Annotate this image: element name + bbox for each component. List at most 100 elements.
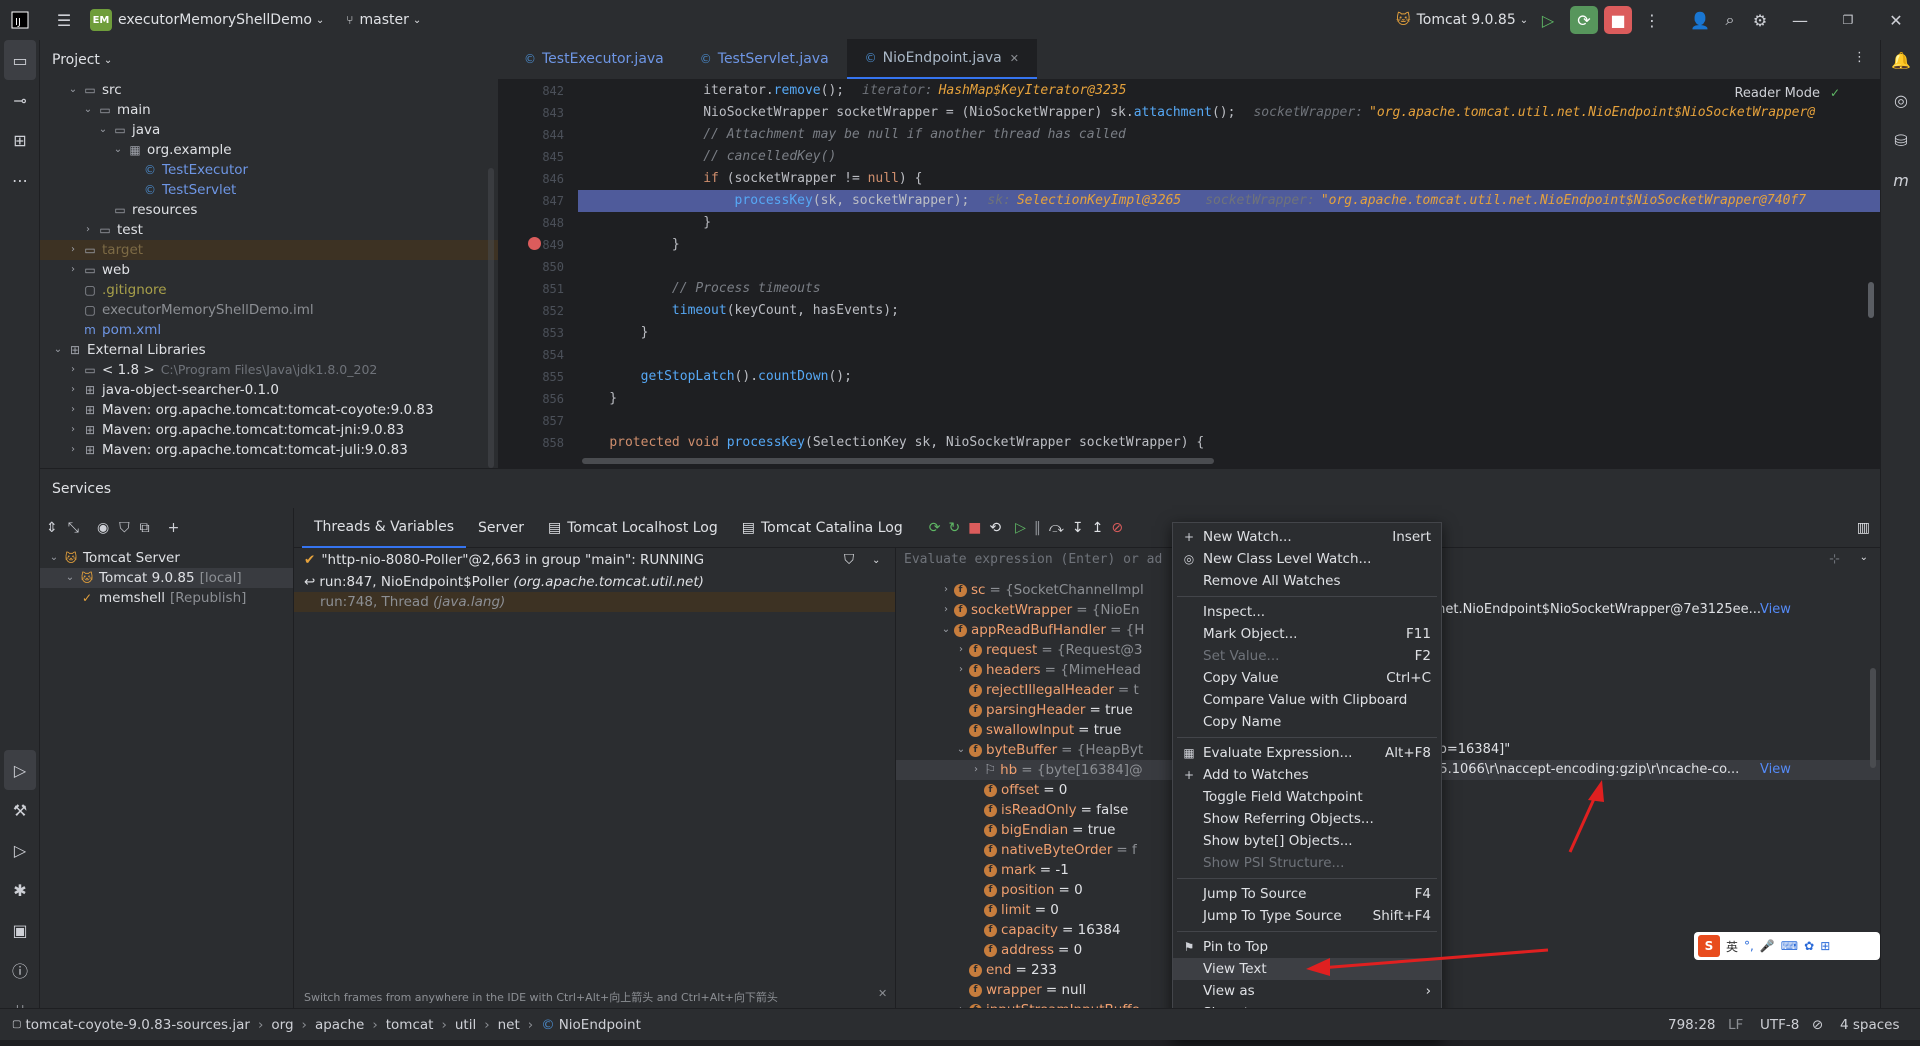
database-icon[interactable]: ⛁: [1881, 120, 1920, 160]
project-panel-header[interactable]: Project ⌄: [40, 40, 498, 80]
menu-item[interactable]: Jump To Source F4: [1173, 883, 1441, 905]
breakpoint-icon[interactable]: [528, 237, 541, 250]
menu-item[interactable]: View Text: [1173, 958, 1441, 980]
step-over-icon[interactable]: ⤼: [1049, 520, 1064, 536]
restore-icon[interactable]: ❐: [1834, 6, 1862, 34]
stop-icon[interactable]: ■: [1604, 6, 1632, 34]
project-tree-item[interactable]: © TestExecutor: [40, 160, 498, 180]
project-tree-item[interactable]: ⌄ ▭ main: [40, 100, 498, 120]
menu-item[interactable]: Mark Object... F11: [1173, 623, 1441, 645]
service-tree-item[interactable]: ⌄ 🐱 Tomcat 9.0.85 [local]: [40, 568, 293, 588]
project-tree-item[interactable]: › ▭ target: [40, 240, 498, 260]
build-tool-icon[interactable]: ⚒: [0, 790, 40, 830]
restart-icon[interactable]: ↻: [948, 520, 960, 536]
minimize-icon[interactable]: —: [1786, 6, 1814, 34]
chevron-down-icon[interactable]: ⌄: [95, 120, 111, 140]
menu-item[interactable]: Copy Name: [1173, 711, 1441, 733]
tab-tomcat-localhost-log[interactable]: ▤ Tomcat Localhost Log: [536, 508, 730, 548]
chevron-down-icon[interactable]: ⌄: [938, 620, 954, 640]
project-tree-item[interactable]: › ⊞ Maven: org.apache.tomcat:tomcat-coyote…: [40, 400, 498, 420]
chevron-right-icon[interactable]: ›: [938, 580, 954, 600]
chevron-right-icon[interactable]: ›: [65, 380, 81, 400]
breadcrumb-item[interactable]: tomcat-coyote-9.0.83-sources.jar: [25, 1017, 250, 1033]
chevron-down-icon[interactable]: ⌄: [872, 555, 880, 566]
breadcrumb-item[interactable]: net: [498, 1017, 520, 1033]
run-config-selector[interactable]: 🐱 Tomcat 9.0.85 ⌄: [1396, 12, 1528, 28]
chevron-down-icon[interactable]: ⌄: [1860, 552, 1868, 563]
ime-toolbar[interactable]: S 英 °, 🎤 ⌨ ✿ ⊞: [1694, 932, 1880, 960]
project-scrollbar[interactable]: [488, 168, 494, 468]
menu-item[interactable]: View as ›: [1173, 980, 1441, 1002]
rerun-icon[interactable]: ⟳: [929, 520, 941, 536]
chevron-down-icon[interactable]: ⌄: [62, 568, 78, 588]
menu-item[interactable]: + New Watch... Insert: [1173, 526, 1441, 548]
editor-hscrollbar[interactable]: [582, 458, 1214, 464]
refresh-icon[interactable]: ⟲: [989, 520, 1001, 536]
close-window-icon[interactable]: ✕: [1882, 6, 1910, 34]
breadcrumb-item[interactable]: apache: [315, 1017, 364, 1033]
chevron-down-icon[interactable]: ⌄: [110, 140, 126, 160]
more-actions-icon[interactable]: ⋮: [1638, 6, 1666, 34]
menu-item[interactable]: Inspect...: [1173, 601, 1441, 623]
chevron-down-icon[interactable]: ⌄: [953, 740, 969, 760]
breadcrumb-item[interactable]: NioEndpoint: [559, 1017, 641, 1033]
menu-item[interactable]: Show PSI Structure...: [1173, 852, 1441, 874]
project-tree-item[interactable]: ▢ .gitignore: [40, 280, 498, 300]
tab-server[interactable]: Server: [466, 508, 536, 548]
code-area[interactable]: iterator.remove(); iterator: HashMap$KeyIt…: [578, 80, 1880, 468]
cursor-position[interactable]: 798:28: [1668, 1017, 1716, 1033]
add-watch-icon[interactable]: ⊹: [1829, 552, 1840, 567]
readonly-icon[interactable]: ⊘: [1812, 1017, 1823, 1033]
menu-item[interactable]: ◎ New Class Level Watch...: [1173, 548, 1441, 570]
search-icon[interactable]: ⌕: [1716, 6, 1744, 34]
menu-item[interactable]: Copy Value Ctrl+C: [1173, 667, 1441, 689]
menu-item[interactable]: Set Value... F2: [1173, 645, 1441, 667]
project-tree-item[interactable]: ▭ resources: [40, 200, 498, 220]
notifications-icon[interactable]: 🔔: [1881, 40, 1920, 80]
chevron-down-icon[interactable]: ⌄: [80, 100, 96, 120]
tab-tomcat-catalina-log[interactable]: ▤ Tomcat Catalina Log: [730, 508, 915, 548]
filter-icon[interactable]: ⛉: [119, 520, 130, 536]
menu-item[interactable]: Toggle Field Watchpoint: [1173, 786, 1441, 808]
pause-icon[interactable]: ‖: [1034, 520, 1041, 536]
app-logo-icon[interactable]: IJ: [6, 6, 34, 34]
tab-threads-variables[interactable]: Threads & Variables: [302, 508, 467, 548]
service-tree-item[interactable]: ⌄ 🐱 Tomcat Server: [40, 548, 293, 568]
chevron-down-icon[interactable]: ⌄: [65, 80, 81, 100]
view-link[interactable]: View: [1760, 600, 1791, 620]
mute-breakpoints-icon[interactable]: ⊘: [1111, 520, 1123, 536]
project-tree-item[interactable]: › ⊞ Maven: org.apache.tomcat:tomcat-jni:9.…: [40, 420, 498, 440]
resume-program-icon[interactable]: ▷: [1015, 520, 1026, 536]
collapse-all-icon[interactable]: ⤡: [68, 520, 79, 536]
chevron-right-icon[interactable]: ›: [65, 240, 81, 260]
project-tree-item[interactable]: › ▭ < 1.8 > C:\Program Files\Java\jdk1.8.0_…: [40, 360, 498, 380]
more-tools-icon[interactable]: ⋯: [0, 160, 40, 200]
filter-icon[interactable]: ⛉: [844, 552, 854, 568]
layout-icon[interactable]: ▥: [1857, 520, 1870, 536]
indent-setting[interactable]: 4 spaces: [1840, 1017, 1900, 1033]
breadcrumb-item[interactable]: util: [455, 1017, 476, 1033]
frame-row[interactable]: ↩ run:847, NioEndpoint$Poller (org.apache…: [294, 572, 895, 592]
commit-tool-icon[interactable]: ⊸: [0, 80, 40, 120]
debug-tool-icon[interactable]: ✱: [0, 870, 40, 910]
resume-icon[interactable]: ▷: [1534, 6, 1562, 34]
frame-row[interactable]: run:748, Thread (java.lang): [294, 592, 895, 612]
branch-selector[interactable]: ⑂ master ⌄: [346, 12, 421, 28]
project-tree-item[interactable]: ⌄ ▭ java: [40, 120, 498, 140]
project-tree-item[interactable]: › ▭ test: [40, 220, 498, 240]
add-service-icon[interactable]: +: [168, 520, 180, 536]
chevron-right-icon[interactable]: ›: [65, 360, 81, 380]
expand-all-icon[interactable]: ⇕: [46, 520, 58, 536]
editor-tab[interactable]: © TestExecutor.java: [506, 39, 682, 79]
menu-item[interactable]: + Add to Watches: [1173, 764, 1441, 786]
step-into-icon[interactable]: ↧: [1072, 520, 1084, 536]
structure-tool-icon[interactable]: ⊞: [0, 120, 40, 160]
main-menu-icon[interactable]: ☰: [50, 6, 78, 34]
editor-tabs-more-icon[interactable]: ⋮: [1853, 50, 1866, 65]
terminal-tool-icon[interactable]: ▣: [0, 910, 40, 950]
project-tree-item[interactable]: © TestServlet: [40, 180, 498, 200]
service-tree-item[interactable]: ✓ memshell [Republish]: [40, 588, 293, 608]
chevron-right-icon[interactable]: ›: [953, 660, 969, 680]
stop-debug-icon[interactable]: ■: [968, 520, 981, 536]
menu-item[interactable]: Remove All Watches: [1173, 570, 1441, 592]
